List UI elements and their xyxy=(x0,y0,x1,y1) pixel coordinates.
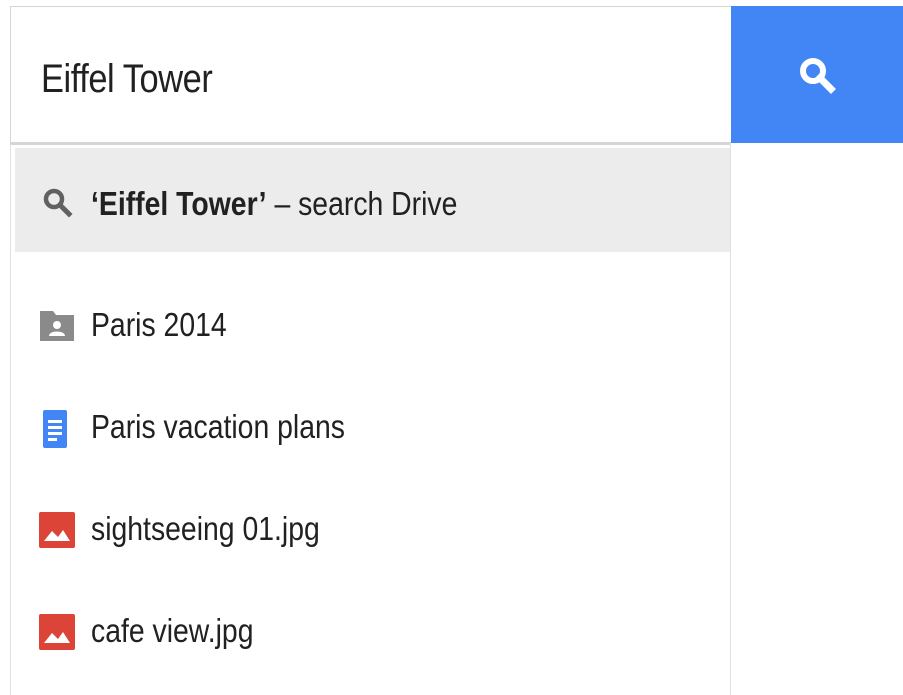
search-input-value: Eiffel Tower xyxy=(41,57,213,101)
suggestion-suffix: – search Drive xyxy=(266,185,458,222)
search-button[interactable] xyxy=(731,6,903,143)
suggestion-query: ‘Eiffel Tower’ xyxy=(91,185,267,222)
shared-folder-icon xyxy=(39,308,75,344)
drive-search-page: Eiffel Tower ‘Eiffel Tower’ – search Dri… xyxy=(0,0,903,695)
result-label: Paris 2014 xyxy=(91,306,227,343)
result-label: Paris vacation plans xyxy=(91,408,345,445)
search-drive-suggestion[interactable]: ‘Eiffel Tower’ – search Drive xyxy=(15,148,730,252)
result-item-paris-vacation-plans[interactable]: Paris vacation plans xyxy=(15,377,730,477)
image-file-icon xyxy=(39,512,75,548)
suggestion-text: ‘Eiffel Tower’ – search Drive xyxy=(91,186,457,222)
search-icon xyxy=(41,186,75,220)
search-icon xyxy=(800,57,836,94)
result-item-cafe-view[interactable]: cafe view.jpg xyxy=(15,581,730,681)
result-label: cafe view.jpg xyxy=(91,612,254,649)
search-input[interactable]: Eiffel Tower xyxy=(10,6,731,143)
google-docs-icon xyxy=(39,410,75,448)
result-label: sightseeing 01.jpg xyxy=(91,510,320,547)
image-file-icon xyxy=(39,614,75,650)
search-suggestions-dropdown: ‘Eiffel Tower’ – search Drive Paris 2014 xyxy=(10,143,731,695)
result-item-sightseeing-01[interactable]: sightseeing 01.jpg xyxy=(15,479,730,579)
result-item-paris-2014[interactable]: Paris 2014 xyxy=(15,275,730,375)
